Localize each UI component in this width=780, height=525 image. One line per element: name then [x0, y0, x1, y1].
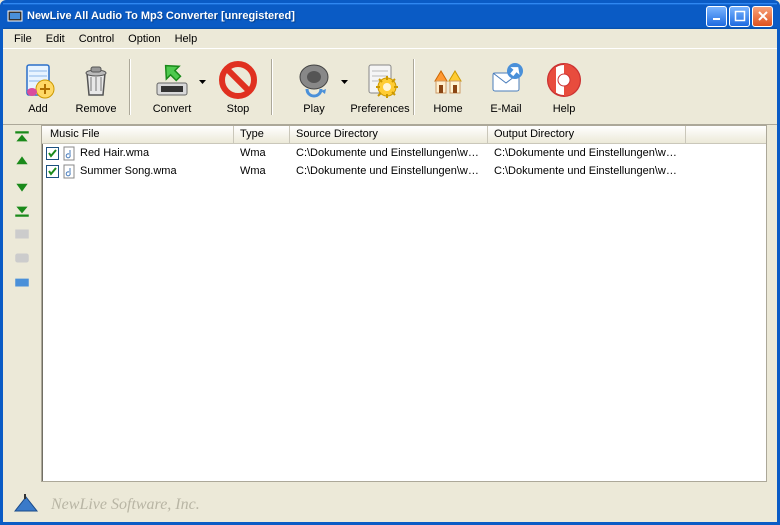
remove-button[interactable]: Remove [67, 52, 125, 122]
play-button[interactable]: Play [277, 52, 351, 122]
close-button[interactable] [752, 6, 773, 27]
side-tag-button[interactable] [13, 273, 31, 291]
preferences-icon [359, 59, 401, 101]
file-type: Wma [234, 165, 290, 177]
file-src: C:\Dokumente und Einstellungen\wo... [290, 165, 488, 177]
file-out: C:\Dokumente und Einstellungen\wo... [488, 147, 686, 159]
table-row[interactable]: Summer Song.wma Wma C:\Dokumente und Ein… [42, 162, 766, 180]
toolbar: Add Remove Convert Stop Play Preferences [3, 49, 777, 125]
file-src: C:\Dokumente und Einstellungen\wo... [290, 147, 488, 159]
add-icon [17, 59, 59, 101]
home-button[interactable]: Home [419, 52, 477, 122]
stop-label: Stop [227, 103, 250, 115]
file-out: C:\Dokumente und Einstellungen\wo... [488, 165, 686, 177]
file-name: Red Hair.wma [80, 147, 149, 159]
move-down-button[interactable] [13, 177, 31, 195]
list-body[interactable]: Red Hair.wma Wma C:\Dokumente und Einste… [42, 144, 766, 481]
stop-icon [217, 59, 259, 101]
row-checkbox[interactable] [46, 147, 59, 160]
convert-icon [151, 59, 193, 101]
email-label: E-Mail [490, 103, 521, 115]
toolbar-separator [129, 59, 131, 115]
col-output-dir[interactable]: Output Directory [488, 126, 686, 143]
toolbar-separator [413, 59, 415, 115]
convert-button[interactable]: Convert [135, 52, 209, 122]
window-title: NewLive All Audio To Mp3 Converter [unre… [27, 10, 706, 22]
file-name: Summer Song.wma [80, 165, 177, 177]
remove-label: Remove [76, 103, 117, 115]
file-icon [62, 164, 77, 179]
footer-text: NewLive Software, Inc. [51, 496, 200, 514]
list-header: Music File Type Source Directory Output … [42, 126, 766, 144]
minimize-button[interactable] [706, 6, 727, 27]
footer-logo-icon [13, 493, 39, 518]
file-list-panel: Music File Type Source Directory Output … [41, 125, 767, 482]
preferences-label: Preferences [350, 103, 409, 115]
move-up-button[interactable] [13, 153, 31, 171]
col-type[interactable]: Type [234, 126, 290, 143]
home-icon [427, 59, 469, 101]
stop-button[interactable]: Stop [209, 52, 267, 122]
preferences-button[interactable]: Preferences [351, 52, 409, 122]
table-row[interactable]: Red Hair.wma Wma C:\Dokumente und Einste… [42, 144, 766, 162]
window-controls [706, 6, 773, 27]
add-label: Add [28, 103, 48, 115]
menu-help[interactable]: Help [168, 31, 205, 47]
help-button[interactable]: Help [535, 52, 593, 122]
convert-label: Convert [153, 103, 192, 115]
titlebar: NewLive All Audio To Mp3 Converter [unre… [3, 3, 777, 29]
app-icon [7, 8, 23, 24]
add-button[interactable]: Add [9, 52, 67, 122]
file-type: Wma [234, 147, 290, 159]
workarea: Music File Type Source Directory Output … [3, 125, 777, 488]
maximize-button[interactable] [729, 6, 750, 27]
chevron-down-icon[interactable] [199, 75, 206, 87]
footer: NewLive Software, Inc. [3, 488, 777, 522]
side-disabled-2 [13, 249, 31, 267]
menu-option[interactable]: Option [121, 31, 167, 47]
help-icon [543, 59, 585, 101]
move-top-button[interactable] [13, 129, 31, 147]
chevron-down-icon[interactable] [341, 75, 348, 87]
menu-edit[interactable]: Edit [39, 31, 72, 47]
col-source-dir[interactable]: Source Directory [290, 126, 488, 143]
col-music-file[interactable]: Music File [42, 126, 234, 143]
email-icon [485, 59, 527, 101]
home-label: Home [433, 103, 462, 115]
toolbar-separator [271, 59, 273, 115]
help-label: Help [553, 103, 576, 115]
play-label: Play [303, 103, 324, 115]
col-spacer [686, 126, 766, 143]
side-disabled-1 [13, 225, 31, 243]
remove-icon [75, 59, 117, 101]
row-checkbox[interactable] [46, 165, 59, 178]
menu-control[interactable]: Control [72, 31, 121, 47]
move-bottom-button[interactable] [13, 201, 31, 219]
file-icon [62, 146, 77, 161]
side-toolbar [3, 125, 41, 488]
menu-file[interactable]: File [7, 31, 39, 47]
play-icon [293, 59, 335, 101]
menubar: File Edit Control Option Help [3, 29, 777, 49]
email-button[interactable]: E-Mail [477, 52, 535, 122]
